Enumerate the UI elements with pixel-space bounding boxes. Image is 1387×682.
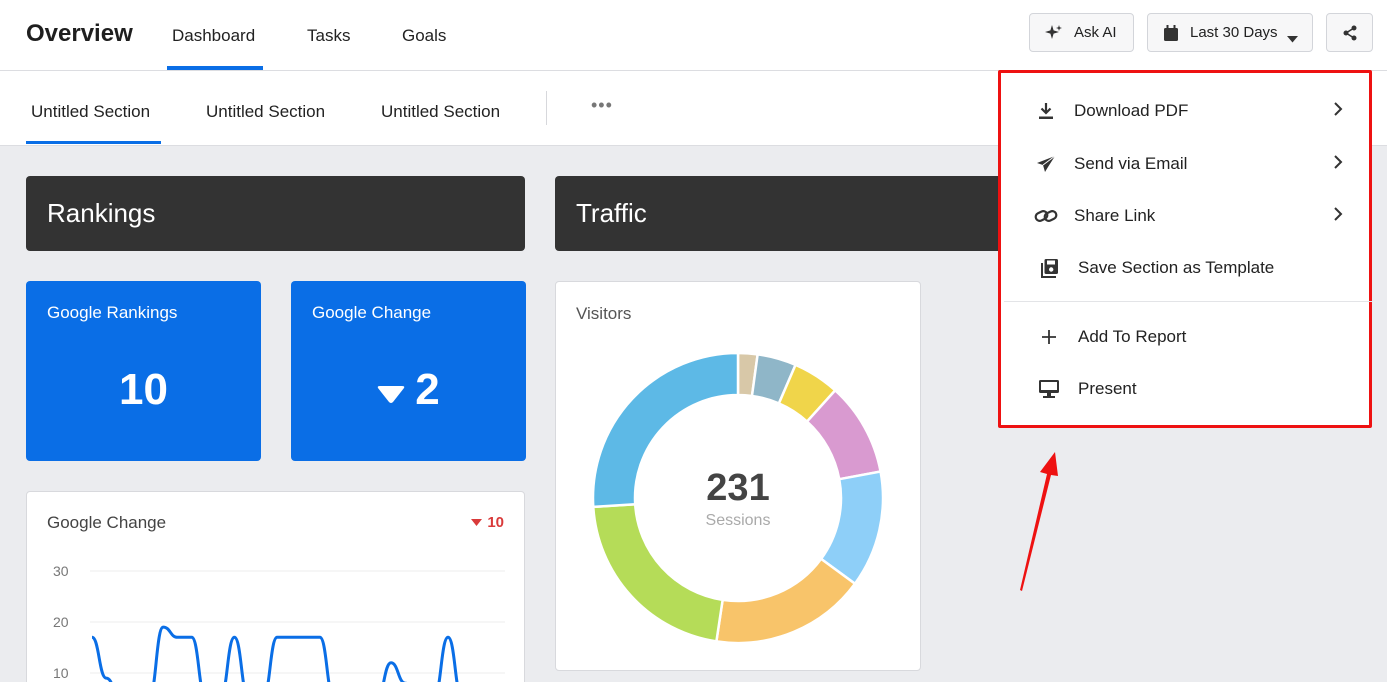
share-icon <box>1342 25 1358 45</box>
ask-ai-label: Ask AI <box>1074 24 1117 41</box>
send-icon <box>1034 152 1058 176</box>
google-change-card[interactable]: Google Change 2 <box>291 281 526 461</box>
menu-item-share-link[interactable]: Share Link <box>1001 194 1369 238</box>
menu-item-save-template[interactable]: Save Section as Template <box>1001 246 1369 290</box>
donut-slice <box>714 557 857 645</box>
link-icon <box>1034 204 1058 228</box>
save-icon <box>1037 256 1061 280</box>
tab-tasks[interactable]: Tasks <box>307 26 350 46</box>
menu-item-send-email[interactable]: Send via Email <box>1001 142 1369 186</box>
visitors-panel[interactable]: Visitors 231 Sessions <box>555 281 921 671</box>
ask-ai-button[interactable]: Ask AI <box>1029 13 1134 52</box>
traffic-header-title: Traffic <box>576 198 647 228</box>
caret-down-icon <box>1287 30 1298 47</box>
monitor-icon <box>1037 377 1061 401</box>
menu-item-add-report[interactable]: Add To Report <box>1001 315 1369 359</box>
google-change-value-row: 2 <box>291 365 526 415</box>
menu-label-send-email: Send via Email <box>1074 154 1188 173</box>
google-change-title: Google Change <box>312 303 432 322</box>
date-range-button[interactable]: Last 30 Days <box>1147 13 1313 52</box>
google-change-line-chart: 10 20 30 <box>53 563 505 682</box>
sessions-label: Sessions <box>705 512 771 529</box>
date-range-label: Last 30 Days <box>1190 24 1278 41</box>
y-tick-label: 20 <box>53 614 69 630</box>
google-rankings-card[interactable]: Google Rankings 10 <box>26 281 261 461</box>
menu-label-present: Present <box>1078 379 1137 398</box>
sparkle-icon <box>1045 24 1063 46</box>
rankings-header: Rankings <box>26 176 525 251</box>
y-tick-label: 30 <box>53 563 69 579</box>
y-tick-label: 10 <box>53 665 69 681</box>
rankings-header-title: Rankings <box>47 198 156 228</box>
section-tab-1[interactable]: Untitled Section <box>31 102 150 122</box>
section-tab-3[interactable]: Untitled Section <box>381 102 500 122</box>
share-menu: Download PDF Send via Email Share Link S… <box>998 70 1372 428</box>
google-rankings-value: 10 <box>119 365 168 414</box>
sessions-value: 231 <box>706 467 770 509</box>
google-change-value: 2 <box>415 365 440 414</box>
section-tab-2[interactable]: Untitled Section <box>206 102 325 122</box>
menu-label-share-link: Share Link <box>1074 206 1156 225</box>
divider <box>546 91 547 125</box>
series-line <box>91 625 459 682</box>
share-button[interactable] <box>1326 13 1373 52</box>
triangle-down-icon <box>377 365 405 415</box>
calendar-icon <box>1164 25 1178 45</box>
menu-label-download-pdf: Download PDF <box>1074 101 1189 120</box>
tab-dashboard[interactable]: Dashboard <box>172 26 255 46</box>
chevron-right-icon <box>1333 206 1343 227</box>
active-section-indicator <box>26 141 161 144</box>
menu-item-download-pdf[interactable]: Download PDF <box>1001 89 1369 133</box>
more-sections-icon[interactable]: ••• <box>591 95 613 116</box>
traffic-header: Traffic <box>555 176 1005 251</box>
menu-label-add-report: Add To Report <box>1078 327 1187 346</box>
menu-label-save-template: Save Section as Template <box>1078 258 1275 277</box>
download-icon <box>1034 99 1058 123</box>
top-bar: Overview Dashboard Tasks Goals Ask AI La… <box>0 0 1387 71</box>
chevron-right-icon <box>1333 154 1343 175</box>
active-tab-indicator <box>167 66 263 70</box>
google-rankings-title: Google Rankings <box>47 303 178 322</box>
menu-divider <box>1004 301 1372 302</box>
plus-icon <box>1037 325 1061 349</box>
page-title: Overview <box>26 20 133 47</box>
google-change-chart-panel[interactable]: Google Change 10 10 20 30 <box>26 491 525 682</box>
annotation-arrow <box>1020 452 1058 591</box>
menu-item-present[interactable]: Present <box>1001 367 1369 411</box>
chevron-right-icon <box>1333 101 1343 122</box>
tab-goals[interactable]: Goals <box>402 26 446 46</box>
